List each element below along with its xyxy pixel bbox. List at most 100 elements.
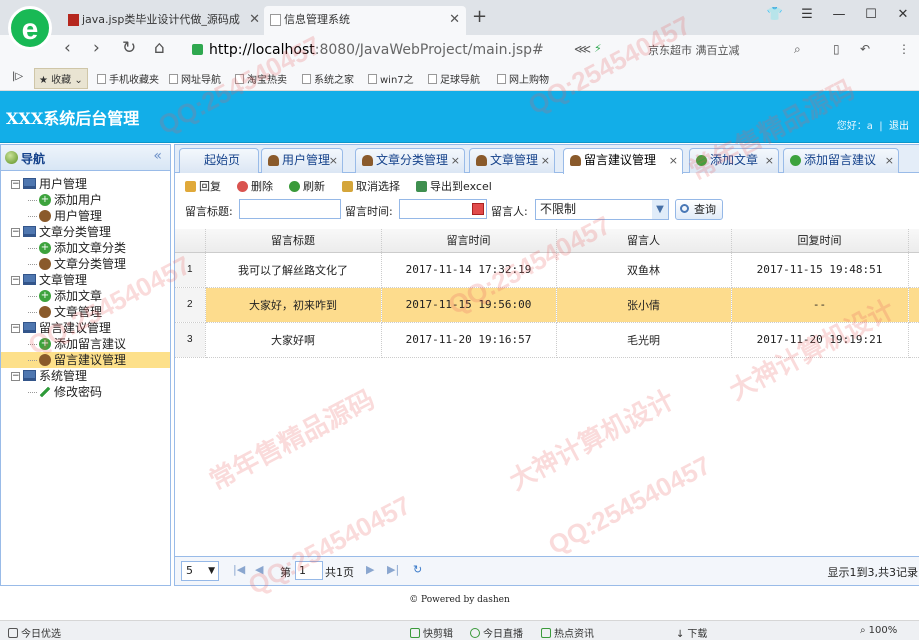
person-select[interactable]: 不限制 ▼	[535, 199, 669, 220]
more-icon[interactable]: ⋮	[898, 42, 910, 56]
back-icon[interactable]: ‹	[64, 38, 71, 58]
tree-item-article-category-manage[interactable]: 文章分类管理	[1, 256, 170, 272]
first-page-icon[interactable]: |◀	[233, 563, 245, 576]
status-quick-cut[interactable]: 快剪辑	[410, 625, 453, 640]
browser-tab-active[interactable]: 信息管理系统 ✕	[264, 6, 466, 35]
next-page-icon[interactable]: ▶	[366, 563, 374, 576]
tab-home[interactable]: 起始页	[179, 148, 259, 173]
close-icon[interactable]: ×	[885, 149, 894, 172]
tab-add-article[interactable]: 添加文章 ×	[689, 148, 779, 173]
bookmark-item[interactable]: 网上购物	[497, 71, 549, 86]
row-number: 3	[175, 322, 206, 358]
tab-article-category[interactable]: 文章分类管理 ×	[355, 148, 465, 173]
tree-item-change-password[interactable]: 修改密码	[1, 384, 170, 400]
tree-group-articles[interactable]: − 文章管理	[1, 272, 170, 288]
sidebar-toggle-icon[interactable]: |▷	[12, 71, 23, 82]
query-button[interactable]: 查询	[675, 199, 723, 220]
table-row-selected[interactable]: 2 大家好，初来咋到 2017-11-15 19:56:00 张小倩 --	[175, 287, 919, 323]
minimize-button[interactable]: —	[823, 0, 855, 30]
tree-group-system[interactable]: − 系统管理	[1, 368, 170, 384]
tree-item-user-manage[interactable]: 用户管理	[1, 208, 170, 224]
last-page-icon[interactable]: ▶|	[387, 563, 399, 576]
collapse-icon[interactable]: «	[153, 148, 162, 164]
tree-item-add-article[interactable]: + 添加文章	[1, 288, 170, 304]
delete-button[interactable]: 删除	[237, 178, 273, 194]
bookmark-item[interactable]: win7之	[368, 71, 414, 86]
bookmark-favorites[interactable]: ★ 收藏 ⌄	[34, 68, 88, 89]
close-icon[interactable]: ×	[669, 149, 678, 172]
time-input[interactable]	[399, 199, 487, 219]
status-zoom[interactable]: ⌕ 100%	[860, 625, 897, 636]
close-icon[interactable]: ✕	[249, 6, 260, 33]
tab-message-manage[interactable]: 留言建议管理 ×	[563, 148, 683, 174]
shirt-icon[interactable]: 👕	[759, 0, 791, 30]
close-icon[interactable]: ×	[451, 149, 460, 172]
expand-icon[interactable]: −	[11, 276, 20, 285]
maximize-button[interactable]: ☐	[855, 0, 887, 30]
deselect-button[interactable]: 取消选择	[342, 178, 400, 194]
page-icon	[302, 74, 311, 84]
menu-icon[interactable]: ☰	[791, 0, 823, 30]
bookmark-item[interactable]: 系统之家	[302, 71, 354, 86]
tree-item-add-article-category[interactable]: + 添加文章分类	[1, 240, 170, 256]
refresh-button[interactable]: 刷新	[289, 178, 325, 194]
calendar-icon[interactable]	[472, 203, 484, 215]
add-icon	[696, 155, 707, 166]
close-icon[interactable]: ✕	[449, 6, 460, 33]
tree-group-users[interactable]: − 用户管理	[1, 176, 170, 192]
tree-item-article-manage[interactable]: 文章管理	[1, 304, 170, 320]
title-input[interactable]	[239, 199, 341, 219]
tree-item-message-manage[interactable]: 留言建议管理	[1, 352, 170, 368]
chevron-down-icon[interactable]: ▼	[652, 200, 668, 219]
tree-item-add-user[interactable]: + 添加用户	[1, 192, 170, 208]
page-number-input[interactable]: 1	[295, 561, 323, 580]
bookmark-item[interactable]: 网址导航	[169, 71, 221, 86]
search-icon[interactable]: ⌕	[794, 42, 801, 57]
bookmark-item[interactable]: 足球导航	[428, 71, 480, 86]
column-header[interactable]: 留言时间	[381, 229, 557, 253]
column-header[interactable]: 留言标题	[205, 229, 382, 253]
refresh-icon[interactable]: ↻	[413, 563, 422, 576]
expand-icon[interactable]: −	[11, 372, 20, 381]
bookmark-item[interactable]: 淘宝热卖	[235, 71, 287, 86]
table-row[interactable]: 1 我可以了解丝路文化了 2017-11-14 17:32:19 双鱼林 201…	[175, 252, 919, 288]
close-icon[interactable]: ×	[329, 149, 338, 172]
phone-icon[interactable]: ▯	[833, 42, 840, 56]
column-header[interactable]: 回复时间	[731, 229, 909, 253]
tab-article-manage[interactable]: 文章管理 ×	[469, 148, 555, 173]
export-excel-button[interactable]: 导出到excel	[416, 178, 492, 194]
status-download[interactable]: ↓ 下载	[676, 625, 707, 640]
tab-user-manage[interactable]: 用户管理 ×	[261, 148, 343, 173]
page-size-select[interactable]: 5 ▼	[181, 561, 219, 581]
reload-icon[interactable]: ↻	[122, 38, 136, 58]
grid-header-row: 留言标题 留言时间 留言人 回复时间	[175, 229, 919, 253]
lightning-icon[interactable]: ⚡	[594, 42, 602, 55]
tree-item-add-message[interactable]: + 添加留言建议	[1, 336, 170, 352]
bookmark-item[interactable]: 手机收藏夹	[97, 71, 159, 86]
browser-tab[interactable]: java.jsp类毕业设计代做_源码成 ✕	[62, 6, 266, 35]
new-tab-button[interactable]: +	[472, 6, 487, 27]
expand-icon[interactable]: −	[11, 228, 20, 237]
expand-icon[interactable]: −	[11, 180, 20, 189]
status-live[interactable]: 今日直播	[470, 625, 523, 640]
expand-icon[interactable]: −	[11, 324, 20, 333]
share-icon[interactable]: ⋘	[574, 42, 591, 56]
reply-button[interactable]: 回复	[185, 178, 221, 194]
forward-icon[interactable]: ›	[93, 38, 100, 58]
table-row[interactable]: 3 大家好啊 2017-11-20 19:16:57 毛光明 2017-11-2…	[175, 322, 919, 358]
column-header[interactable]: 留言人	[556, 229, 732, 253]
home-icon[interactable]: ⌂	[154, 38, 165, 58]
close-window-button[interactable]: ✕	[887, 0, 919, 30]
tab-add-message[interactable]: 添加留言建议 ×	[783, 148, 899, 173]
prev-page-icon[interactable]: ◀	[255, 563, 263, 576]
main-panel: 起始页 用户管理 × 文章分类管理 × 文章管理 × 留言建议管理 × 添加文章 × 添加…	[174, 144, 919, 586]
close-icon[interactable]: ×	[765, 149, 774, 172]
status-news[interactable]: 热点资讯	[541, 625, 594, 640]
logout-link[interactable]: 退出	[889, 121, 909, 132]
undo-icon[interactable]: ↶	[860, 42, 870, 56]
status-today-picks[interactable]: 今日优选	[8, 625, 61, 640]
tree-group-article-category[interactable]: − 文章分类管理	[1, 224, 170, 240]
promo-link[interactable]: 京东超市 满百立减	[648, 42, 740, 58]
tree-group-messages[interactable]: − 留言建议管理	[1, 320, 170, 336]
close-icon[interactable]: ×	[541, 149, 550, 172]
